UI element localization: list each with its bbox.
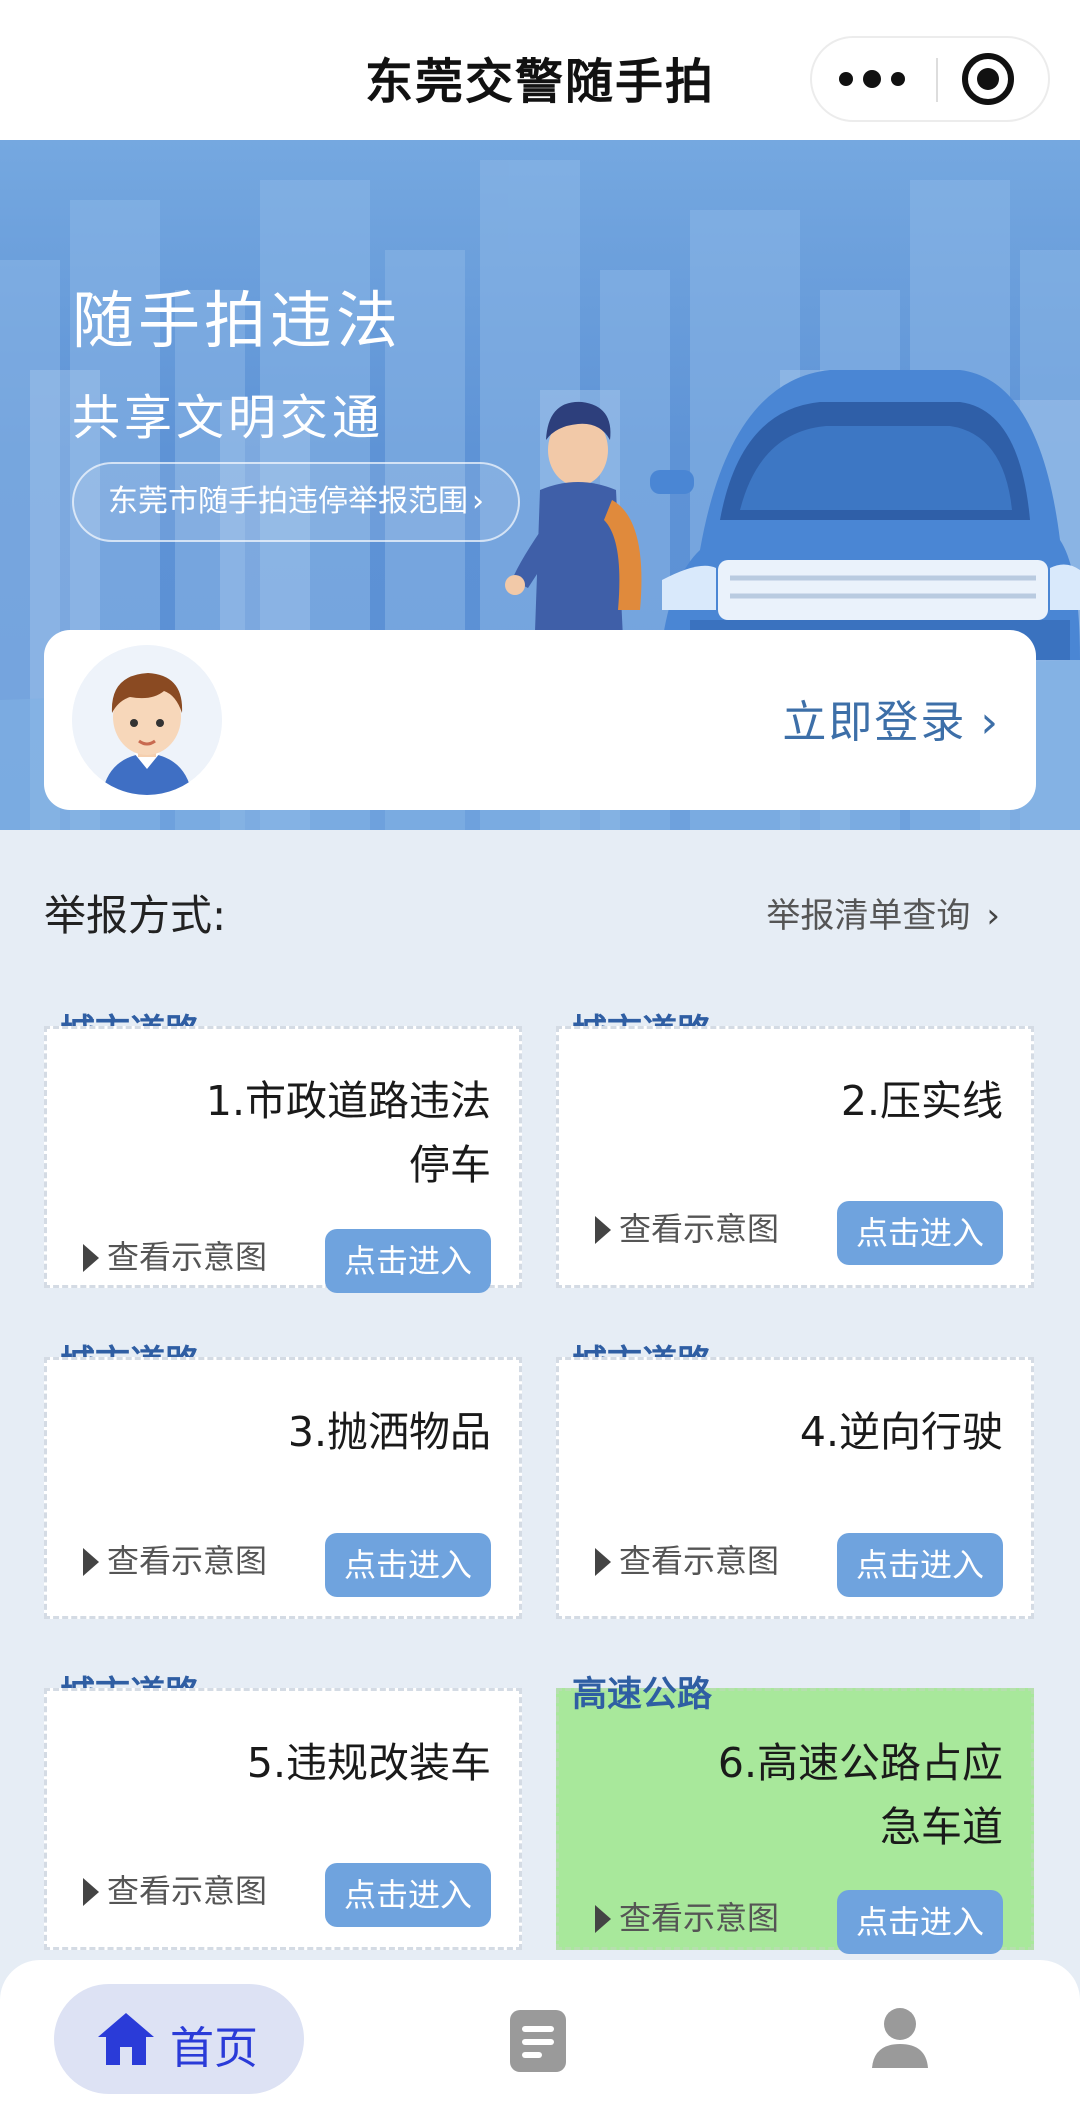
card-title: 2.压实线 xyxy=(840,1077,1003,1125)
bottom-tab-bar: 首页 xyxy=(0,1960,1080,2114)
play-triangle-icon xyxy=(83,1878,99,1906)
report-card-5: 5.违规改装车 查看示意图 点击进入 xyxy=(44,1688,522,1950)
close-icon[interactable] xyxy=(962,53,1014,105)
card-title: 5.违规改装车 xyxy=(246,1739,491,1787)
card-title: 3.抛洒物品 xyxy=(287,1408,491,1456)
view-diagram-label: 查看示意图 xyxy=(107,1238,268,1276)
play-triangle-icon xyxy=(595,1905,611,1933)
tab-records[interactable] xyxy=(508,2008,568,2078)
user-icon xyxy=(872,2008,928,2068)
enter-button[interactable]: 点击进入 xyxy=(325,1229,491,1293)
report-list-query-link[interactable]: 举报清单查询 › xyxy=(766,888,1000,937)
hero-subtitle: 共享文明交通 xyxy=(72,390,385,446)
view-diagram-link[interactable]: 查看示意图 xyxy=(83,1866,267,1912)
tab-profile[interactable] xyxy=(870,2006,930,2074)
report-card-1: 1.市政道路违法停车 查看示意图 点击进入 xyxy=(44,1026,522,1293)
report-card-4: 4.逆向行驶 查看示意图 点击进入 xyxy=(556,1357,1034,1619)
card-tag-highway: 高速公路 xyxy=(572,1675,713,1715)
report-card-6: 6.高速公路占应急车道 查看示意图 点击进入 xyxy=(556,1688,1034,1954)
play-triangle-icon xyxy=(595,1216,611,1244)
report-scope-label: 东莞市随手拍违停举报范围 xyxy=(108,484,468,519)
card-title: 1.市政道路违法停车 xyxy=(205,1077,491,1189)
card-title: 4.逆向行驶 xyxy=(799,1408,1003,1456)
view-diagram-link[interactable]: 查看示意图 xyxy=(595,1893,779,1939)
view-diagram-link[interactable]: 查看示意图 xyxy=(595,1536,779,1582)
view-diagram-label: 查看示意图 xyxy=(107,1872,268,1910)
capsule-divider xyxy=(936,58,938,102)
enter-button[interactable]: 点击进入 xyxy=(837,1533,1003,1597)
enter-button[interactable]: 点击进入 xyxy=(837,1890,1003,1954)
enter-button[interactable]: 点击进入 xyxy=(837,1201,1003,1265)
card-title: 6.高速公路占应急车道 xyxy=(717,1739,1003,1851)
report-methods-heading: 举报方式: xyxy=(44,891,227,940)
chevron-right-icon: › xyxy=(472,484,484,519)
avatar xyxy=(72,645,222,795)
report-list-query-label: 举报清单查询 xyxy=(766,896,971,936)
more-options-icon[interactable] xyxy=(812,38,932,120)
login-label: 立即登录 xyxy=(782,697,967,748)
chevron-right-icon: › xyxy=(980,697,1000,748)
login-card: 立即登录 › xyxy=(44,630,1036,810)
mini-program-capsule xyxy=(810,36,1050,122)
navbar: 东莞交警随手拍 xyxy=(0,0,1080,140)
view-diagram-label: 查看示意图 xyxy=(619,1899,780,1937)
view-diagram-link[interactable]: 查看示意图 xyxy=(595,1204,779,1250)
chevron-right-icon: › xyxy=(986,896,1000,936)
view-diagram-label: 查看示意图 xyxy=(619,1210,780,1248)
enter-button[interactable]: 点击进入 xyxy=(325,1863,491,1927)
report-card-3: 3.抛洒物品 查看示意图 点击进入 xyxy=(44,1357,522,1619)
play-triangle-icon xyxy=(595,1548,611,1576)
login-button[interactable]: 立即登录 › xyxy=(782,686,1000,750)
tab-home-label: 首页 xyxy=(170,2023,258,2074)
play-triangle-icon xyxy=(83,1548,99,1576)
default-avatar-illustration xyxy=(72,645,222,795)
hero-title: 随手拍违法 xyxy=(72,284,403,357)
play-triangle-icon xyxy=(83,1244,99,1272)
home-icon xyxy=(98,2013,154,2065)
report-card-2: 2.压实线 查看示意图 点击进入 xyxy=(556,1026,1034,1288)
report-scope-link[interactable]: 东莞市随手拍违停举报范围 › xyxy=(72,462,520,542)
list-icon xyxy=(510,2010,566,2072)
view-diagram-label: 查看示意图 xyxy=(107,1542,268,1580)
view-diagram-label: 查看示意图 xyxy=(619,1542,780,1580)
view-diagram-link[interactable]: 查看示意图 xyxy=(83,1536,267,1582)
tab-home[interactable]: 首页 xyxy=(54,1984,304,2094)
view-diagram-link[interactable]: 查看示意图 xyxy=(83,1232,267,1278)
enter-button[interactable]: 点击进入 xyxy=(325,1533,491,1597)
